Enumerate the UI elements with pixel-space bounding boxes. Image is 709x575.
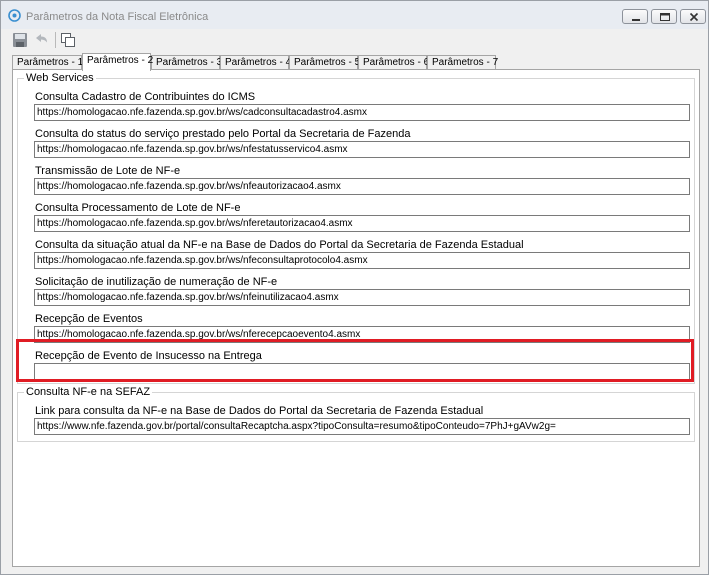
field-label: Recepção de Eventos (35, 313, 143, 325)
close-icon (689, 12, 699, 22)
undo-icon[interactable] (32, 31, 50, 49)
field-label: Transmissão de Lote de NF-e (35, 165, 181, 177)
tab-parametros-1[interactable]: Parâmetros - 1 (12, 55, 83, 70)
tab-parametros-5[interactable]: Parâmetros - 5 (289, 55, 360, 70)
link-consulta-input[interactable]: https://www.nfe.fazenda.gov.br/portal/co… (34, 418, 690, 435)
processamento-lote-input[interactable]: https://homologacao.nfe.fazenda.sp.gov.b… (34, 215, 690, 232)
consulta-cadastro-input[interactable]: https://homologacao.nfe.fazenda.sp.gov.b… (34, 104, 690, 121)
web-services-legend: Web Services (24, 72, 96, 85)
field-label: Consulta Processamento de Lote de NF-e (35, 202, 241, 214)
tab-parametros-2[interactable]: Parâmetros - 2 (82, 53, 153, 71)
tab-parametros-7[interactable]: Parâmetros - 7 (427, 55, 498, 70)
maximize-icon (660, 13, 670, 21)
toolbar-separator (55, 32, 56, 48)
save-icon[interactable] (11, 31, 29, 49)
window-title: Parâmetros da Nota Fiscal Eletrônica (26, 11, 209, 23)
situacao-nfe-input[interactable]: https://homologacao.nfe.fazenda.sp.gov.b… (34, 252, 690, 269)
copy-icon[interactable] (59, 31, 77, 49)
tab-parametros-4[interactable]: Parâmetros - 4 (220, 55, 291, 70)
tab-strip: Parâmetros - 1 Parâmetros - 2 Parâmetros… (12, 53, 702, 71)
maximize-button[interactable] (651, 9, 677, 24)
consulta-sefaz-legend: Consulta NF-e na SEFAZ (24, 386, 153, 399)
app-logo-icon (8, 9, 21, 22)
minimize-button[interactable] (622, 9, 648, 24)
tab-parametros-6[interactable]: Parâmetros - 6 (358, 55, 429, 70)
inutilizacao-input[interactable]: https://homologacao.nfe.fazenda.sp.gov.b… (34, 289, 690, 306)
close-button[interactable] (680, 9, 706, 24)
field-label: Consulta do status do serviço prestado p… (35, 128, 411, 140)
field-label: Consulta Cadastro de Contribuintes do IC… (35, 91, 256, 103)
tab-parametros-3[interactable]: Parâmetros - 3 (151, 55, 222, 70)
highlight-box (16, 339, 694, 382)
toolbar (1, 29, 708, 51)
nfe-parameters-window: Parâmetros da Nota Fiscal Eletrônica Par… (0, 0, 709, 575)
tab-panel-parametros-2: Web Services Consulta Cadastro de Contri… (12, 69, 700, 567)
transmissao-lote-input[interactable]: https://homologacao.nfe.fazenda.sp.gov.b… (34, 178, 690, 195)
field-label: Solicitação de inutilização de numeração… (35, 276, 278, 288)
minimize-icon (632, 19, 640, 21)
title-bar: Parâmetros da Nota Fiscal Eletrônica (1, 1, 708, 29)
consulta-sefaz-group: Consulta NF-e na SEFAZ Link para consult… (17, 386, 695, 442)
field-label: Link para consulta da NF-e na Base de Da… (35, 405, 484, 417)
field-label: Consulta da situação atual da NF-e na Ba… (35, 239, 524, 251)
status-servico-input[interactable]: https://homologacao.nfe.fazenda.sp.gov.b… (34, 141, 690, 158)
